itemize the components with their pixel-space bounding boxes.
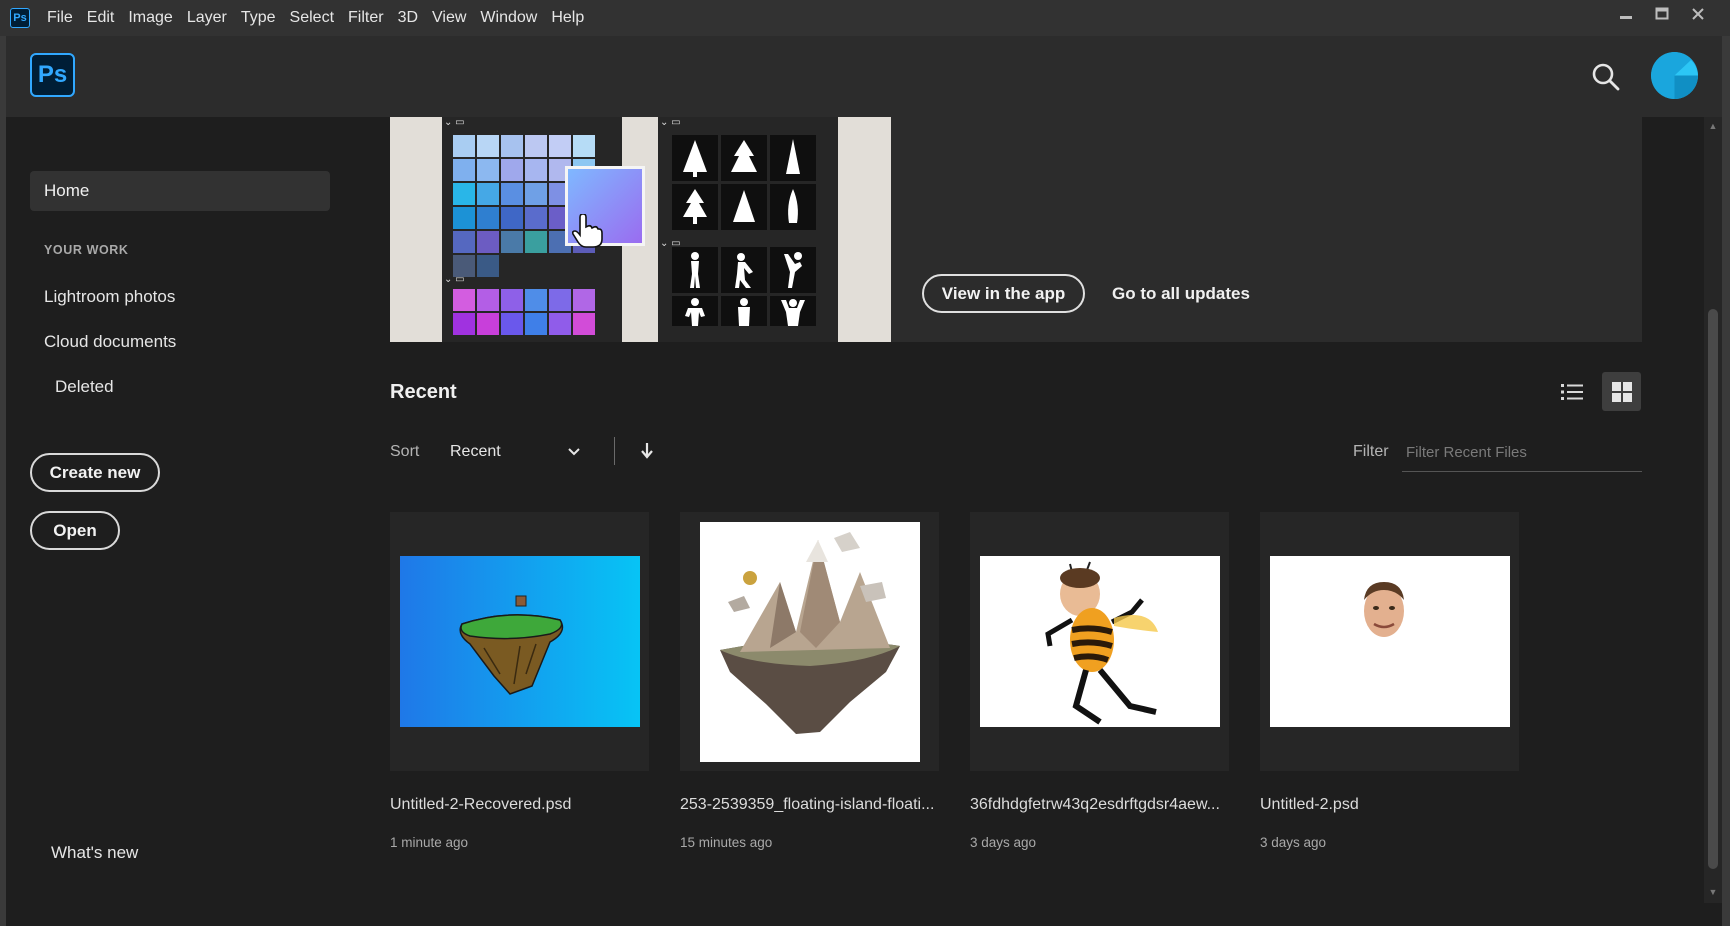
- sort-dropdown[interactable]: Recent: [450, 443, 501, 461]
- close-icon[interactable]: [1680, 0, 1716, 28]
- file-time: 1 minute ago: [390, 835, 469, 850]
- photoshop-logo[interactable]: Ps: [30, 53, 75, 97]
- vertical-scrollbar[interactable]: ▲ ▼: [1704, 117, 1722, 903]
- file-thumbnail: [699, 521, 920, 762]
- hand-cursor-icon: [571, 214, 603, 248]
- go-to-all-updates-link[interactable]: Go to all updates: [1112, 284, 1250, 304]
- scrollbar-thumb[interactable]: [1708, 309, 1718, 869]
- tree-shapes-grid: [672, 135, 816, 230]
- banner-image: ⌄ ▭ ⌄ ▭ ⌄ ▭ ⌄ ▭: [390, 117, 891, 342]
- open-button[interactable]: Open: [30, 511, 120, 550]
- file-card[interactable]: [680, 512, 939, 771]
- file-thumbnail: [399, 556, 640, 727]
- file-thumbnail: [979, 556, 1220, 727]
- file-name[interactable]: 253-2539359_floating-island-floati...: [680, 796, 934, 814]
- menu-layer[interactable]: Layer: [180, 9, 234, 27]
- filter-input[interactable]: [1402, 434, 1642, 472]
- menu-type[interactable]: Type: [234, 9, 283, 27]
- app-logo-icon[interactable]: Ps: [10, 8, 30, 28]
- sidebar: Home YOUR WORK Lightroom photos Cloud do…: [6, 117, 346, 926]
- scroll-down-icon[interactable]: ▼: [1707, 887, 1719, 899]
- file-thumbnail: [1269, 556, 1510, 727]
- file-name[interactable]: Untitled-2-Recovered.psd: [390, 796, 571, 814]
- file-name[interactable]: Untitled-2.psd: [1260, 796, 1359, 814]
- file-time: 3 days ago: [970, 835, 1037, 850]
- file-time: 15 minutes ago: [680, 835, 773, 850]
- sort-direction-icon[interactable]: [638, 441, 656, 461]
- folder-icon: ⌄ ▭: [444, 274, 465, 285]
- window-border-right: [1722, 36, 1730, 926]
- file-card[interactable]: [970, 512, 1229, 771]
- menu-help[interactable]: Help: [544, 9, 591, 27]
- menu-bar: Ps File Edit Image Layer Type Select Fil…: [0, 0, 1730, 36]
- app-header: Ps: [6, 36, 1722, 117]
- window-controls: [1608, 0, 1716, 28]
- list-view-icon[interactable]: [1552, 372, 1591, 411]
- file-card[interactable]: [1260, 512, 1519, 771]
- sidebar-item-home[interactable]: Home: [30, 171, 330, 211]
- minimize-icon[interactable]: [1608, 0, 1644, 28]
- menu-select[interactable]: Select: [283, 9, 341, 27]
- avatar[interactable]: [1651, 52, 1698, 99]
- sort-label: Sort: [390, 443, 420, 460]
- filter-label: Filter: [1353, 443, 1389, 460]
- view-in-app-button[interactable]: View in the app: [922, 274, 1085, 313]
- menu-edit[interactable]: Edit: [80, 9, 122, 27]
- people-shapes-grid: [672, 247, 816, 326]
- create-new-button[interactable]: Create new: [30, 453, 160, 492]
- maximize-icon[interactable]: [1644, 0, 1680, 28]
- menu-file[interactable]: File: [40, 9, 80, 27]
- gradient-swatch-grid-2: [453, 289, 595, 335]
- menu-filter[interactable]: Filter: [341, 9, 391, 27]
- menu-window[interactable]: Window: [473, 9, 544, 27]
- recent-heading: Recent: [390, 381, 457, 403]
- file-name[interactable]: 36fdhdgfetrw43q2esdrftgdsr4aew...: [970, 796, 1220, 814]
- folder-icon: ⌄ ▭: [444, 117, 465, 128]
- file-time: 3 days ago: [1260, 835, 1327, 850]
- sidebar-item-lightroom[interactable]: Lightroom photos: [44, 287, 175, 307]
- menu-view[interactable]: View: [425, 9, 473, 27]
- menu-image[interactable]: Image: [121, 9, 179, 27]
- grid-view-icon[interactable]: [1602, 372, 1641, 411]
- whats-new-link[interactable]: What's new: [51, 843, 138, 863]
- section-label-your-work: YOUR WORK: [44, 243, 129, 257]
- sort-divider: [614, 437, 615, 465]
- sidebar-item-cloud-documents[interactable]: Cloud documents: [44, 332, 176, 352]
- menu-3d[interactable]: 3D: [391, 9, 425, 27]
- file-card[interactable]: [390, 512, 649, 771]
- search-icon[interactable]: [1591, 62, 1621, 92]
- whats-new-banner: ⌄ ▭ ⌄ ▭ ⌄ ▭ ⌄ ▭ View in the app Go to al…: [390, 117, 1642, 342]
- folder-icon: ⌄ ▭: [660, 117, 681, 128]
- sidebar-item-deleted[interactable]: Deleted: [55, 377, 114, 397]
- chevron-down-icon[interactable]: [566, 444, 582, 460]
- scroll-up-icon[interactable]: ▲: [1707, 121, 1719, 133]
